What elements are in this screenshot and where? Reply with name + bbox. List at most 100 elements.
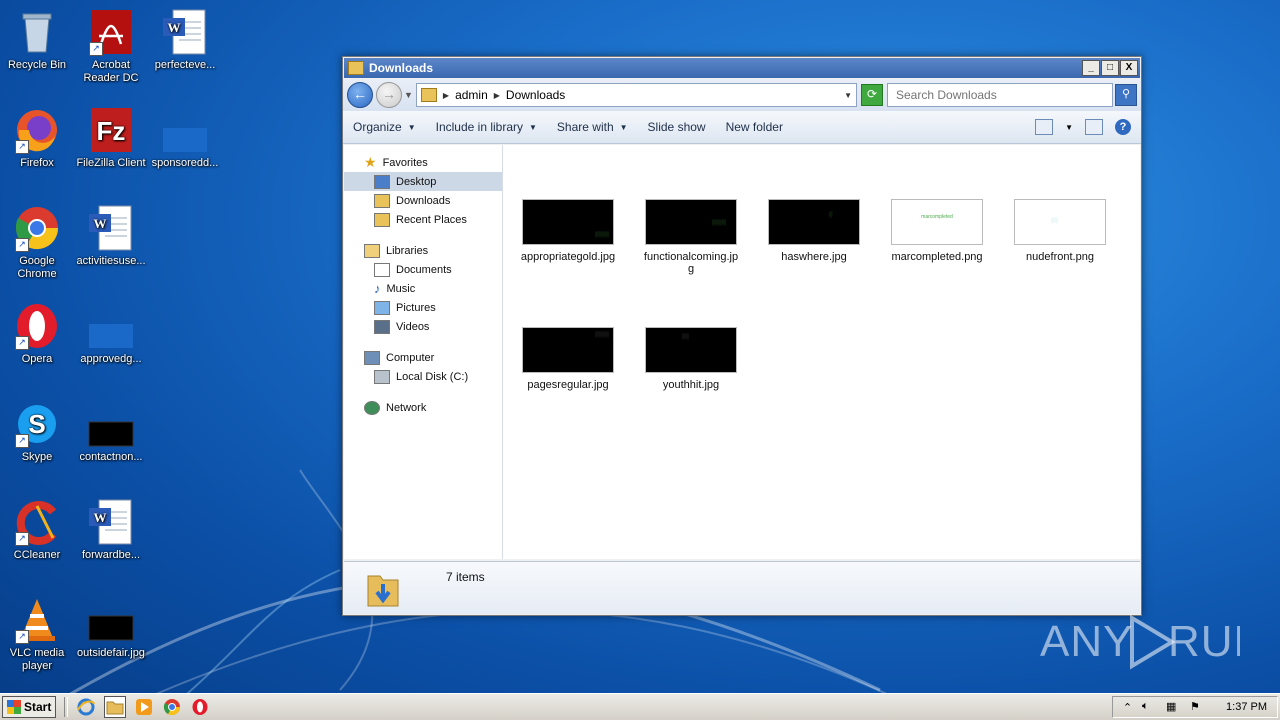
file-item[interactable]: ░ haswhere.jpg bbox=[759, 199, 869, 263]
media-player-icon[interactable] bbox=[134, 697, 154, 717]
desktop-icon-vlc[interactable]: ↗ VLC media player bbox=[0, 596, 74, 673]
desktop-icon-outsidefair[interactable]: outsidefair.jpg bbox=[74, 596, 148, 660]
nav-label: Network bbox=[386, 401, 427, 414]
desktop-icon-sponsoredd[interactable]: sponsoredd... bbox=[148, 106, 222, 170]
breadcrumb-downloads[interactable]: Downloads bbox=[506, 88, 565, 102]
nav-item-local-disk[interactable]: Local Disk (C:) bbox=[344, 367, 502, 386]
nav-network[interactable]: Network bbox=[344, 398, 502, 417]
nav-item-downloads[interactable]: Downloads bbox=[344, 191, 502, 210]
nav-libraries[interactable]: Libraries bbox=[344, 241, 502, 260]
include-in-library-menu[interactable]: Include in library ▼ bbox=[436, 120, 537, 134]
chevron-right-icon[interactable]: ▶ bbox=[443, 91, 449, 100]
command-bar: Organize ▼ Include in library ▼ Share with… bbox=[343, 111, 1141, 144]
volume-icon[interactable]: 🔈︎ bbox=[1142, 700, 1156, 714]
vlc-icon: ↗ bbox=[13, 596, 61, 644]
action-center-flag-icon[interactable]: ⚑ bbox=[1190, 700, 1204, 714]
documents-icon bbox=[374, 262, 390, 277]
navigation-pane[interactable]: ★ Favorites Desktop Downloads Recent Plac… bbox=[344, 145, 503, 559]
opera-taskbar-icon[interactable] bbox=[190, 697, 210, 717]
organize-menu[interactable]: Organize ▼ bbox=[353, 120, 416, 134]
file-item[interactable]: marcompleted marcompleted.png bbox=[882, 199, 992, 263]
file-name: functionalcoming.jpg bbox=[643, 251, 739, 275]
skype-icon: S ↗ bbox=[13, 400, 61, 448]
change-view-icon[interactable] bbox=[1035, 119, 1054, 135]
desktop-icon-ccleaner[interactable]: ↗ CCleaner bbox=[0, 498, 74, 562]
address-dropdown-icon[interactable]: ▼ bbox=[844, 91, 852, 100]
nav-label: Desktop bbox=[396, 175, 437, 188]
file-list[interactable]: ░░░░ appropriategold.jpg ░░░░ functional… bbox=[503, 145, 1140, 559]
opera-icon: ↗ bbox=[13, 302, 61, 350]
view-options-dropdown[interactable]: ▼ bbox=[1065, 123, 1073, 132]
start-button[interactable]: Start bbox=[2, 696, 57, 718]
desktop-icon-activitiesuse[interactable]: W activitiesuse... bbox=[74, 204, 148, 268]
file-name: marcompleted.png bbox=[891, 251, 983, 263]
file-item[interactable]: ░░ youthhit.jpg bbox=[636, 327, 746, 391]
file-item[interactable]: ░░░░ functionalcoming.jpg bbox=[636, 199, 746, 275]
desktop-icon-firefox[interactable]: ↗ Firefox bbox=[0, 106, 74, 170]
star-icon: ★ bbox=[364, 154, 377, 170]
desktop-icon-opera[interactable]: ↗ Opera bbox=[0, 302, 74, 366]
desktop-icon-chrome[interactable]: ↗ Google Chrome bbox=[0, 204, 74, 281]
file-item[interactable]: ░░░░ pagesregular.jpg bbox=[513, 327, 623, 391]
word-doc-icon: W bbox=[161, 8, 209, 56]
minimize-button[interactable]: _ bbox=[1082, 60, 1100, 76]
system-tray: ⌃ 🔈︎ ▦ ⚑ 1:37 PM bbox=[1111, 696, 1278, 718]
network-icon bbox=[364, 400, 380, 415]
desktop-icon-approvedg[interactable]: approvedg... bbox=[74, 302, 148, 366]
word-doc-icon: W bbox=[87, 204, 135, 252]
image-file-icon bbox=[161, 106, 209, 154]
desktop-icon-contactnon[interactable]: contactnon... bbox=[74, 400, 148, 464]
breadcrumb-admin[interactable]: admin bbox=[455, 88, 488, 102]
file-item[interactable]: ░░ nudefront.png bbox=[1005, 199, 1115, 263]
file-name: haswhere.jpg bbox=[781, 251, 847, 263]
search-box[interactable] bbox=[887, 83, 1113, 107]
svg-text:W: W bbox=[168, 20, 181, 35]
preview-pane-icon[interactable] bbox=[1085, 119, 1103, 135]
explorer-window[interactable]: Downloads _ □ X ← → ▼ ▶ admin ▶ Download… bbox=[342, 56, 1142, 616]
desktop-icon-recycle-bin[interactable]: Recycle Bin bbox=[0, 8, 74, 72]
nav-item-music[interactable]: ♪ Music bbox=[344, 279, 502, 298]
nav-label: Videos bbox=[396, 320, 430, 333]
desktop-icon-label: approvedg... bbox=[80, 353, 142, 365]
back-button[interactable]: ← bbox=[347, 82, 373, 108]
search-icon[interactable]: ⚲ bbox=[1115, 84, 1137, 106]
chevron-right-icon[interactable]: ▶ bbox=[494, 91, 500, 100]
show-hidden-icons-button[interactable]: ⌃ bbox=[1123, 701, 1132, 714]
nav-item-desktop[interactable]: Desktop bbox=[344, 172, 502, 191]
nav-item-pictures[interactable]: Pictures bbox=[344, 298, 502, 317]
desktop-icon-filezilla[interactable]: Fz FileZilla Client bbox=[74, 106, 148, 170]
search-input[interactable] bbox=[894, 87, 1112, 103]
share-with-menu[interactable]: Share with ▼ bbox=[557, 120, 628, 134]
forward-button[interactable]: → bbox=[376, 82, 402, 108]
svg-text:W: W bbox=[94, 510, 107, 525]
nav-item-recent-places[interactable]: Recent Places bbox=[344, 210, 502, 229]
nav-item-documents[interactable]: Documents bbox=[344, 260, 502, 279]
desktop-icon-acrobat[interactable]: ↗ Acrobat Reader DC bbox=[74, 8, 148, 85]
network-tray-icon[interactable]: ▦ bbox=[1166, 700, 1180, 714]
recent-pages-dropdown[interactable]: ▼ bbox=[404, 90, 413, 100]
new-folder-button[interactable]: New folder bbox=[726, 120, 783, 134]
explorer-taskbar-icon[interactable] bbox=[104, 696, 127, 718]
desktop-icon-perfecteve[interactable]: W perfecteve... bbox=[148, 8, 222, 72]
nav-item-videos[interactable]: Videos bbox=[344, 317, 502, 336]
chrome-taskbar-icon[interactable] bbox=[162, 697, 182, 717]
refresh-button[interactable]: ⟳ bbox=[861, 84, 883, 106]
shortcut-arrow-icon: ↗ bbox=[15, 630, 29, 644]
address-bar[interactable]: ▶ admin ▶ Downloads ▼ bbox=[415, 83, 857, 107]
chevron-down-icon: ▼ bbox=[529, 122, 537, 132]
maximize-button[interactable]: □ bbox=[1101, 60, 1119, 76]
desktop-icon-skype[interactable]: S ↗ Skype bbox=[0, 400, 74, 464]
help-icon[interactable]: ? bbox=[1115, 119, 1131, 135]
title-bar[interactable]: Downloads _ □ X bbox=[344, 58, 1140, 78]
svg-text:Fz: Fz bbox=[97, 116, 126, 146]
chevron-down-icon: ▼ bbox=[619, 122, 628, 132]
internet-explorer-icon[interactable] bbox=[76, 697, 96, 717]
desktop-icon-forwardbe[interactable]: W forwardbe... bbox=[74, 498, 148, 562]
shortcut-arrow-icon: ↗ bbox=[89, 42, 103, 56]
close-button[interactable]: X bbox=[1120, 60, 1138, 76]
nav-favorites[interactable]: ★ Favorites bbox=[344, 153, 502, 172]
nav-computer[interactable]: Computer bbox=[344, 348, 502, 367]
file-item[interactable]: ░░░░ appropriategold.jpg bbox=[513, 199, 623, 263]
slide-show-button[interactable]: Slide show bbox=[648, 120, 706, 134]
clock[interactable]: 1:37 PM bbox=[1226, 701, 1267, 713]
